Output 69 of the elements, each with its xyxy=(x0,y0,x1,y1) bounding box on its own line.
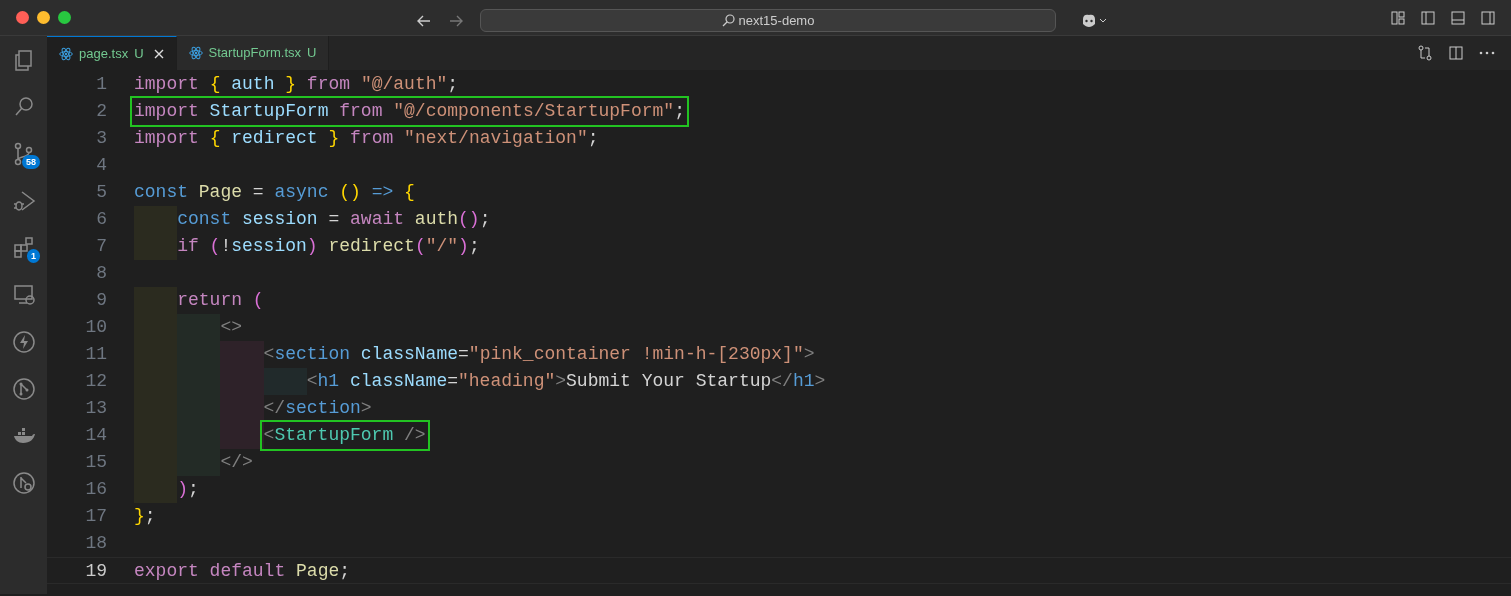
code-line: return ( xyxy=(177,289,264,312)
git-status-label: U xyxy=(134,44,144,63)
line-number: 10 xyxy=(84,316,107,339)
count-badge: 1 xyxy=(27,249,40,263)
editor-tab[interactable]: StartupForm.tsx U xyxy=(176,36,330,70)
code-line: import { redirect } from "next/navigation"; xyxy=(134,127,599,150)
tab-label: page.tsx xyxy=(79,44,129,63)
lightning-icon[interactable] xyxy=(11,329,36,354)
line-number: 16 xyxy=(84,478,107,501)
search-icon xyxy=(721,14,735,27)
line-number: 1 xyxy=(95,73,107,96)
forward-arrow-icon[interactable] xyxy=(448,13,464,28)
code-line: }; xyxy=(134,505,156,528)
code-line: import { auth } from "@/auth"; xyxy=(134,73,459,96)
line-number: 3 xyxy=(95,127,107,150)
count-badge: 58 xyxy=(22,155,40,169)
line-number: 17 xyxy=(84,505,107,528)
line-number: 2 xyxy=(95,100,107,123)
bug-play-icon[interactable] xyxy=(11,188,36,213)
git-search-icon[interactable] xyxy=(11,470,36,495)
line-number: 5 xyxy=(95,181,107,204)
editor-tab[interactable]: page.tsx U xyxy=(47,36,177,70)
maximize-button[interactable] xyxy=(58,11,71,24)
react-atom-icon xyxy=(188,46,203,60)
code-line: <section className="pink_container !min-h-[230px]"> xyxy=(263,343,815,366)
line-number: 9 xyxy=(95,289,107,312)
minimize-button[interactable] xyxy=(37,11,50,24)
line-number: 11 xyxy=(84,343,107,366)
bottom-panel-icon[interactable] xyxy=(1451,10,1465,25)
code-line: </> xyxy=(220,451,253,474)
extensions-icon[interactable] xyxy=(11,235,36,260)
line-number: 8 xyxy=(95,262,107,285)
more-actions-icon[interactable] xyxy=(1479,51,1495,55)
git-graph-icon[interactable] xyxy=(11,376,36,401)
window-title: next15-demo xyxy=(738,11,815,30)
code-line: const Page = async () => { xyxy=(134,181,415,204)
left-panel-icon[interactable] xyxy=(1421,10,1435,25)
code-line: ); xyxy=(177,478,199,501)
code-line: export default Page; xyxy=(134,560,351,583)
git-status-label: U xyxy=(307,44,317,63)
back-arrow-icon[interactable] xyxy=(416,13,432,28)
line-number: 14 xyxy=(84,424,107,447)
tab-label: StartupForm.tsx xyxy=(208,44,301,63)
close-icon[interactable] xyxy=(153,48,164,59)
code-line: <h1 className="heading">Submit Your Startup</h1> xyxy=(306,370,826,393)
layout-icon[interactable] xyxy=(1391,10,1405,25)
indent-guide xyxy=(220,422,264,449)
line-number: 6 xyxy=(95,208,107,231)
highlighted-code: <StartupForm /> xyxy=(261,422,428,449)
line-number: 15 xyxy=(84,451,107,474)
monitor-icon[interactable] xyxy=(11,282,36,307)
line-number: 4 xyxy=(95,154,107,177)
react-atom-icon xyxy=(59,46,73,61)
line-number: 18 xyxy=(84,532,107,555)
compare-changes-icon[interactable] xyxy=(1417,45,1433,61)
line-number: 7 xyxy=(95,235,107,258)
code-line: if (!session) redirect("/"); xyxy=(177,235,480,258)
line-number: 13 xyxy=(84,397,107,420)
copilot-icon[interactable] xyxy=(1080,12,1108,29)
highlighted-code: import StartupForm from "@/components/StartupForm"; xyxy=(132,98,687,125)
line-number: 12 xyxy=(84,370,107,393)
command-center-field[interactable]: next15-demo xyxy=(480,9,1056,32)
split-editor-icon[interactable] xyxy=(1449,46,1463,60)
code-line: <> xyxy=(220,316,242,339)
line-number: 19 xyxy=(84,560,107,583)
code-line: </section> xyxy=(263,397,372,420)
right-panel-icon[interactable] xyxy=(1481,10,1495,25)
close-button[interactable] xyxy=(16,11,29,24)
code-line: const session = await auth(); xyxy=(177,208,491,231)
